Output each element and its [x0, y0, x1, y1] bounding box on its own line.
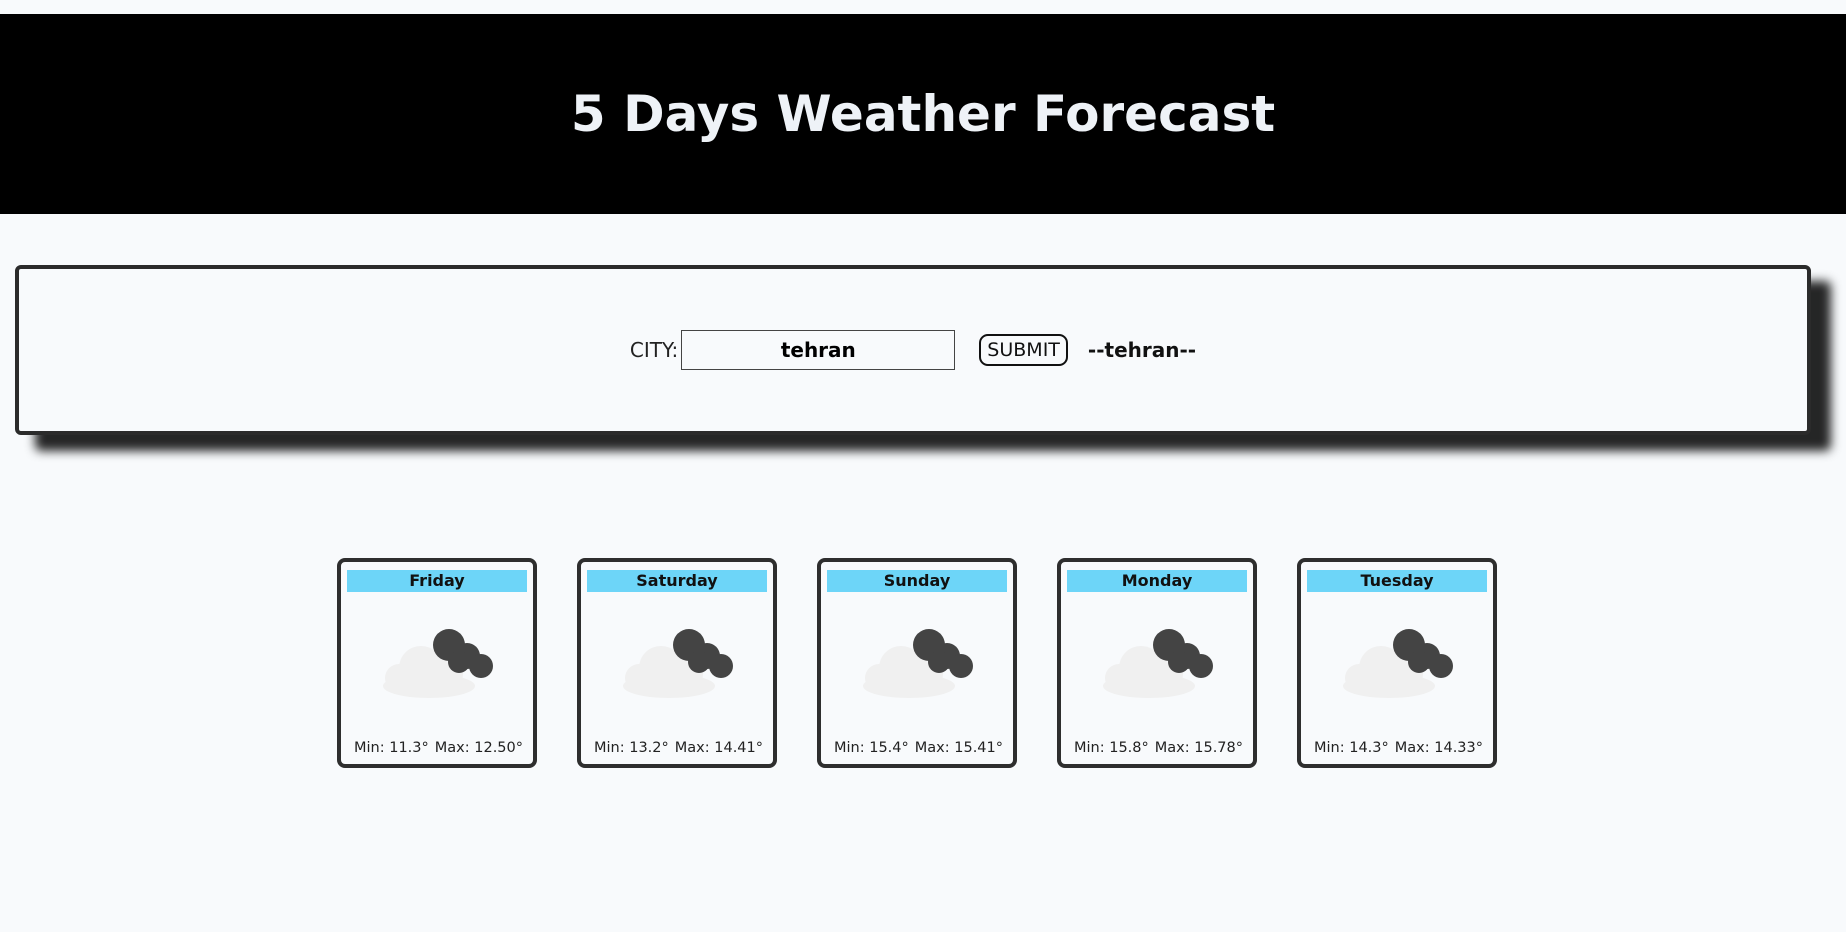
max-temp: Max: 12.50° [434, 740, 523, 756]
temperature-row: Min: 15.8° Max: 15.78° [1061, 740, 1253, 756]
forecast-card-monday: Monday Min: 15.8° Max: 15.78° [1057, 558, 1257, 768]
page-header: 5 Days Weather Forecast [0, 14, 1846, 214]
day-label: Friday [347, 570, 527, 592]
temperature-row: Min: 11.3° Max: 12.50° [341, 740, 533, 756]
max-temp: Max: 15.78° [1154, 740, 1243, 756]
city-input[interactable] [681, 330, 956, 370]
forecast-card-saturday: Saturday Min: 13.2° Max: 14.41° [577, 558, 777, 768]
temperature-row: Min: 15.4° Max: 15.41° [821, 740, 1013, 756]
forecast-card-friday: Friday Min: 11.3° Max: 12.50° [337, 558, 537, 768]
min-temp: Min: 14.3° [1314, 740, 1389, 756]
forecast-cards: Friday Min: 11.3° Max: 12.50° Saturday M… [337, 558, 1497, 768]
min-temp: Min: 11.3° [354, 740, 429, 756]
temperature-row: Min: 13.2° Max: 14.41° [581, 740, 773, 756]
cloudy-icon [383, 629, 493, 698]
day-label: Tuesday [1307, 570, 1487, 592]
cloudy-icon [1343, 629, 1453, 698]
max-temp: Max: 14.33° [1394, 740, 1483, 756]
result-city-label: --tehran-- [1087, 338, 1197, 362]
page-title: 5 Days Weather Forecast [570, 85, 1276, 143]
forecast-card-tuesday: Tuesday Min: 14.3° Max: 14.33° [1297, 558, 1497, 768]
max-temp: Max: 14.41° [674, 740, 763, 756]
min-temp: Min: 15.8° [1074, 740, 1149, 756]
city-label: CITY: [629, 338, 679, 362]
day-label: Monday [1067, 570, 1247, 592]
cloudy-icon [1103, 629, 1213, 698]
forecast-card-sunday: Sunday Min: 15.4° Max: 15.41° [817, 558, 1017, 768]
temperature-row: Min: 14.3° Max: 14.33° [1301, 740, 1493, 756]
max-temp: Max: 15.41° [914, 740, 1003, 756]
min-temp: Min: 13.2° [594, 740, 669, 756]
day-label: Sunday [827, 570, 1007, 592]
day-label: Saturday [587, 570, 767, 592]
submit-button[interactable]: SUBMIT [979, 334, 1068, 366]
city-form: CITY: SUBMIT --tehran-- [630, 330, 1196, 370]
search-panel: CITY: SUBMIT --tehran-- [15, 265, 1811, 435]
cloudy-icon [863, 629, 973, 698]
min-temp: Min: 15.4° [834, 740, 909, 756]
cloudy-icon [623, 629, 733, 698]
